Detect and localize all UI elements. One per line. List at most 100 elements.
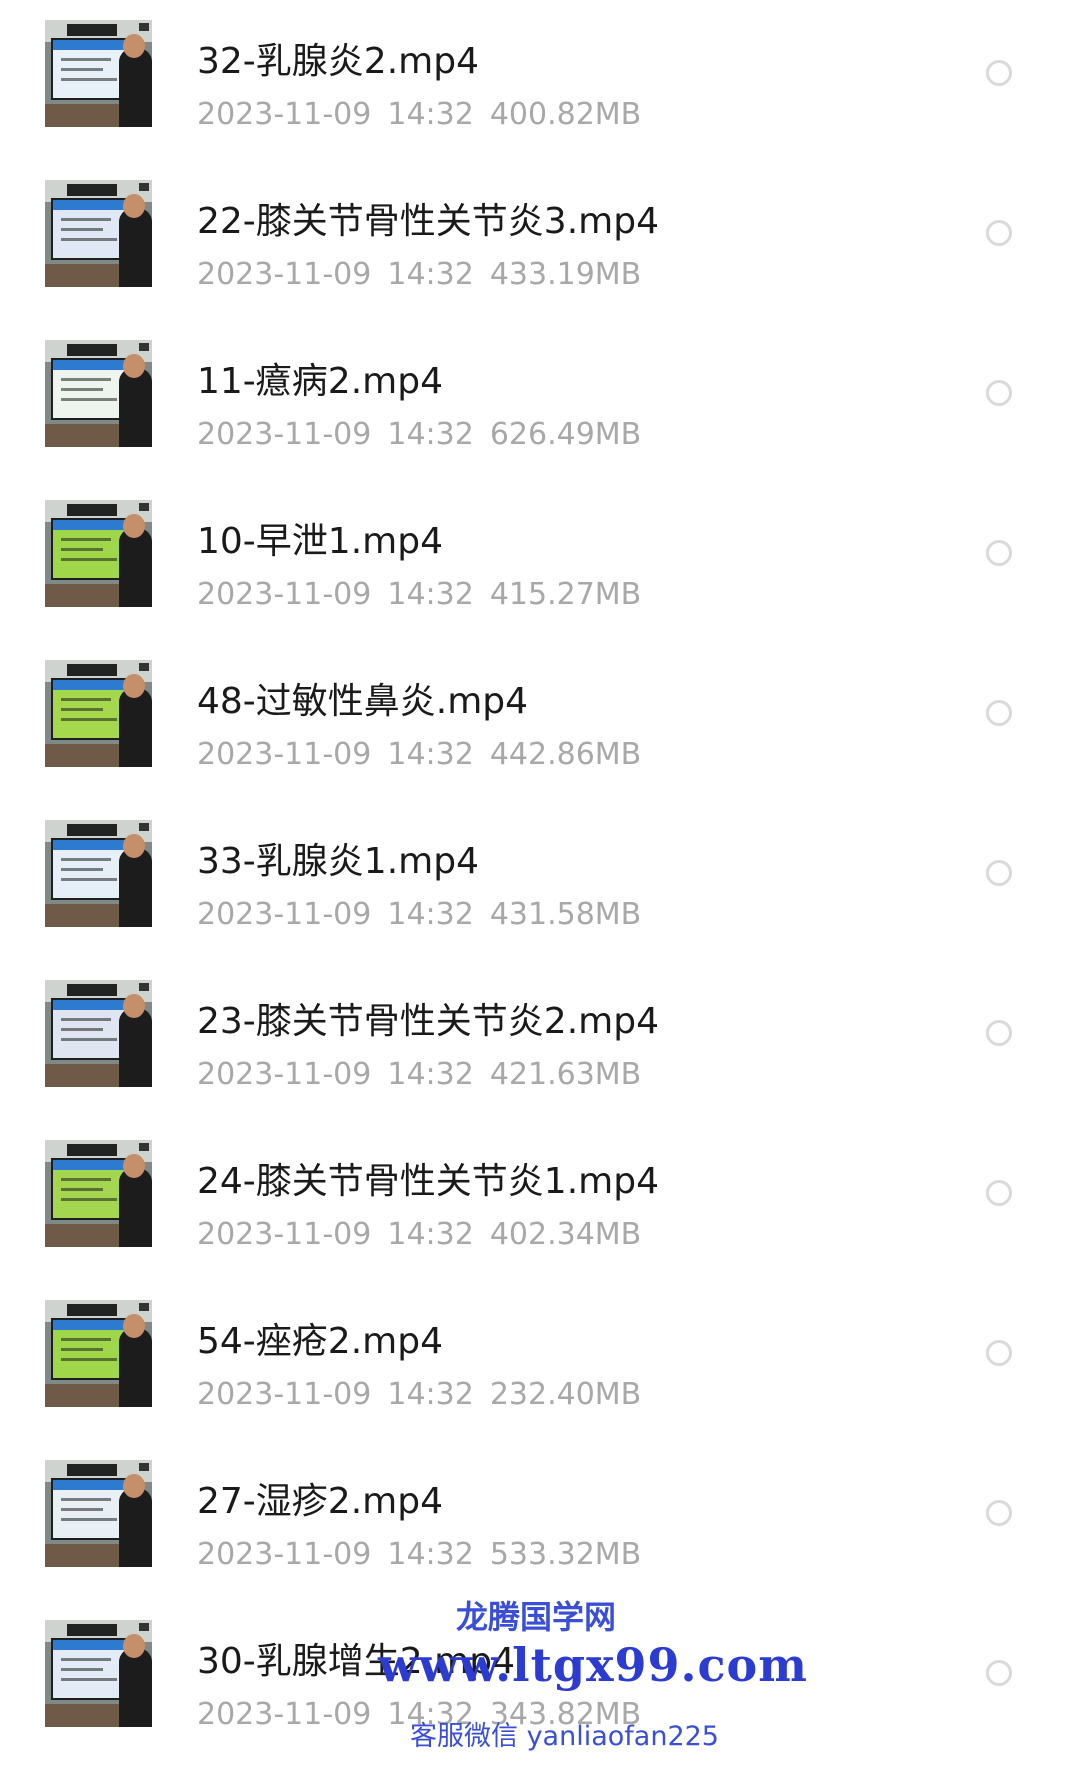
thumbnail-screen-text-line bbox=[61, 1498, 111, 1501]
thumbnail-badge bbox=[139, 983, 149, 991]
file-time: 14:32 bbox=[387, 97, 474, 132]
thumbnail-screen-text-line bbox=[61, 68, 103, 71]
thumbnail-screen-text-line bbox=[61, 538, 111, 541]
thumbnail-badge bbox=[139, 503, 149, 511]
thumbnail-screen-text-line bbox=[61, 1508, 103, 1511]
thumbnail-presenter-head bbox=[123, 834, 145, 858]
video-thumbnail bbox=[45, 660, 152, 767]
thumbnail-plaque bbox=[67, 24, 117, 36]
thumbnail-screen-text-line bbox=[61, 868, 103, 871]
file-meta: 2023-11-09 14:32 442.86MB bbox=[197, 737, 657, 772]
thumbnail-screen-text-line bbox=[61, 708, 103, 711]
thumbnail-presenter-head bbox=[123, 1634, 145, 1658]
thumbnail-presenter bbox=[119, 1008, 152, 1087]
select-radio[interactable] bbox=[986, 60, 1012, 86]
file-row[interactable]: 10-早泄1.mp4 2023-11-09 14:32 415.27MB bbox=[0, 480, 1080, 640]
watermark-site-name: 龙腾国学网 bbox=[456, 1598, 617, 1636]
select-radio[interactable] bbox=[986, 860, 1012, 886]
thumbnail-screen-band bbox=[53, 680, 133, 690]
thumbnail-badge bbox=[139, 343, 149, 351]
select-radio[interactable] bbox=[986, 220, 1012, 246]
file-meta: 2023-11-09 14:32 433.19MB bbox=[197, 257, 657, 292]
file-meta: 2023-11-09 14:32 400.82MB bbox=[197, 97, 657, 132]
thumbnail-presenter bbox=[119, 1328, 152, 1407]
thumbnail-screen-text-line bbox=[61, 378, 111, 381]
file-size: 402.34MB bbox=[489, 1217, 642, 1252]
file-row[interactable]: 23-膝关节骨性关节炎2.mp4 2023-11-09 14:32 421.63MB bbox=[0, 960, 1080, 1120]
video-thumbnail bbox=[45, 20, 152, 127]
thumbnail-screen-band bbox=[53, 1160, 133, 1170]
select-radio[interactable] bbox=[986, 380, 1012, 406]
thumbnail-plaque bbox=[67, 824, 117, 836]
file-size: 433.19MB bbox=[489, 257, 642, 292]
thumbnail-presenter bbox=[119, 48, 152, 127]
thumbnail-screen-text-line bbox=[61, 58, 111, 61]
thumbnail-plaque bbox=[67, 664, 117, 676]
file-date: 2023-11-09 bbox=[197, 97, 372, 132]
file-size: 431.58MB bbox=[489, 897, 642, 932]
file-name: 32-乳腺炎2.mp4 bbox=[197, 41, 479, 82]
file-time: 14:32 bbox=[387, 417, 474, 452]
thumbnail-plaque bbox=[67, 1464, 117, 1476]
thumbnail-screen-band bbox=[53, 1320, 133, 1330]
thumbnail-screen-band bbox=[53, 200, 133, 210]
select-radio[interactable] bbox=[986, 1020, 1012, 1046]
thumbnail-screen-text-line bbox=[61, 1338, 111, 1341]
file-name: 48-过敏性鼻炎.mp4 bbox=[197, 681, 529, 722]
thumbnail-screen-text-line bbox=[61, 78, 117, 81]
select-radio[interactable] bbox=[986, 1340, 1012, 1366]
file-row[interactable]: 48-过敏性鼻炎.mp4 2023-11-09 14:32 442.86MB bbox=[0, 640, 1080, 800]
file-row[interactable]: 24-膝关节骨性关节炎1.mp4 2023-11-09 14:32 402.34MB bbox=[0, 1120, 1080, 1280]
select-radio[interactable] bbox=[986, 1660, 1012, 1686]
file-row[interactable]: 11-癔病2.mp4 2023-11-09 14:32 626.49MB bbox=[0, 320, 1080, 480]
thumbnail-screen-band bbox=[53, 1640, 133, 1650]
file-meta: 2023-11-09 14:32 402.34MB bbox=[197, 1217, 657, 1252]
thumbnail-plaque bbox=[67, 504, 117, 516]
file-date: 2023-11-09 bbox=[197, 1057, 372, 1092]
file-time: 14:32 bbox=[387, 1057, 474, 1092]
thumbnail-screen-text-line bbox=[61, 218, 111, 221]
file-meta: 2023-11-09 14:32 232.40MB bbox=[197, 1377, 657, 1412]
thumbnail-plaque bbox=[67, 184, 117, 196]
thumbnail-plaque bbox=[67, 1304, 117, 1316]
thumbnail-screen-text-line bbox=[61, 1348, 103, 1351]
thumbnail-presenter bbox=[119, 1488, 152, 1567]
thumbnail-presenter bbox=[119, 528, 152, 607]
file-name: 33-乳腺炎1.mp4 bbox=[197, 841, 479, 882]
file-meta: 2023-11-09 14:32 415.27MB bbox=[197, 577, 657, 612]
video-thumbnail bbox=[45, 1300, 152, 1407]
thumbnail-plaque bbox=[67, 1144, 117, 1156]
select-radio[interactable] bbox=[986, 540, 1012, 566]
thumbnail-screen-text-line bbox=[61, 1658, 111, 1661]
select-radio[interactable] bbox=[986, 1180, 1012, 1206]
file-time: 14:32 bbox=[387, 1537, 474, 1572]
thumbnail-badge bbox=[139, 1463, 149, 1471]
thumbnail-screen-band bbox=[53, 1480, 133, 1490]
file-size: 232.40MB bbox=[489, 1377, 642, 1412]
thumbnail-screen-band bbox=[53, 40, 133, 50]
thumbnail-badge bbox=[139, 1303, 149, 1311]
file-size: 421.63MB bbox=[489, 1057, 642, 1092]
file-row[interactable]: 54-痤疮2.mp4 2023-11-09 14:32 232.40MB bbox=[0, 1280, 1080, 1440]
thumbnail-screen-text-line bbox=[61, 698, 111, 701]
file-row[interactable]: 27-湿疹2.mp4 2023-11-09 14:32 533.32MB bbox=[0, 1440, 1080, 1600]
select-radio[interactable] bbox=[986, 1500, 1012, 1526]
thumbnail-presenter-head bbox=[123, 1154, 145, 1178]
thumbnail-screen-text-line bbox=[61, 1028, 103, 1031]
thumbnail-badge bbox=[139, 183, 149, 191]
thumbnail-presenter-head bbox=[123, 1474, 145, 1498]
select-radio[interactable] bbox=[986, 700, 1012, 726]
thumbnail-presenter bbox=[119, 1168, 152, 1247]
file-meta: 2023-11-09 14:32 533.32MB bbox=[197, 1537, 657, 1572]
file-row[interactable]: 22-膝关节骨性关节炎3.mp4 2023-11-09 14:32 433.19MB bbox=[0, 160, 1080, 320]
thumbnail-screen-text-line bbox=[61, 858, 111, 861]
file-row[interactable]: 32-乳腺炎2.mp4 2023-11-09 14:32 400.82MB bbox=[0, 0, 1080, 160]
thumbnail-screen-text-line bbox=[61, 558, 117, 561]
thumbnail-screen-text-line bbox=[61, 388, 103, 391]
video-thumbnail bbox=[45, 180, 152, 287]
thumbnail-screen-text-line bbox=[61, 1198, 117, 1201]
thumbnail-screen-text-line bbox=[61, 1668, 103, 1671]
video-thumbnail bbox=[45, 500, 152, 607]
file-row[interactable]: 33-乳腺炎1.mp4 2023-11-09 14:32 431.58MB bbox=[0, 800, 1080, 960]
file-time: 14:32 bbox=[387, 1377, 474, 1412]
